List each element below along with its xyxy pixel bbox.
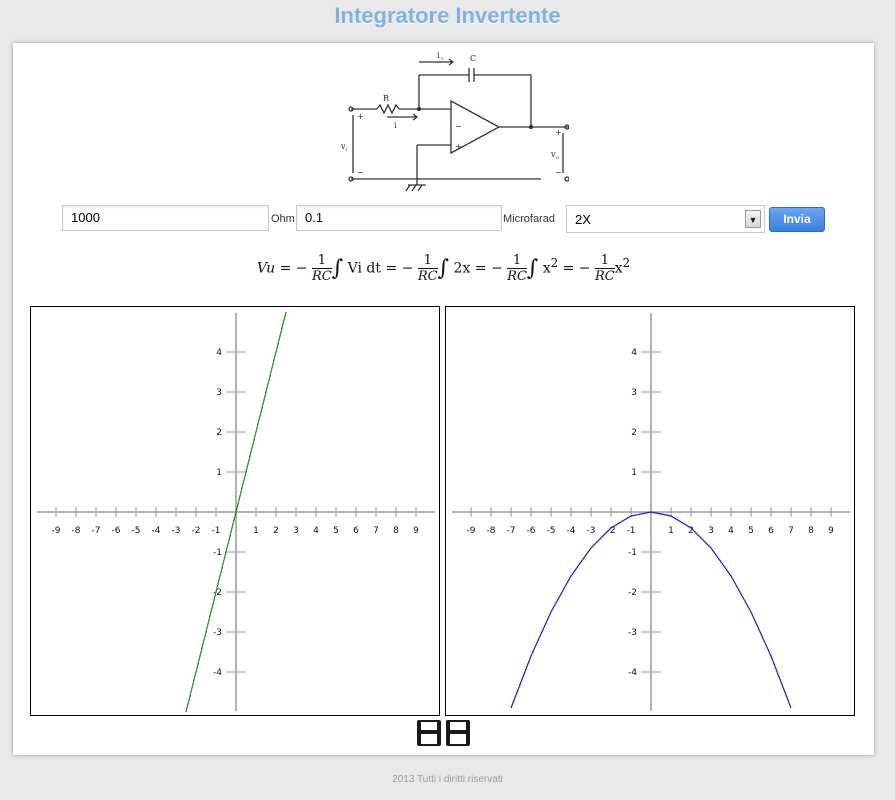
x-tick-label: -3 bbox=[587, 526, 596, 536]
main-card: − + + − + − i c C R i v i v o 1000 Ohm 0… bbox=[13, 43, 874, 755]
footer-copyright: 2013 Tutti i diritti riservati bbox=[392, 774, 503, 785]
x-tick-label: 4 bbox=[728, 526, 734, 536]
x-tick-label: -8 bbox=[487, 526, 496, 536]
x-tick-label: -5 bbox=[547, 526, 556, 536]
x-tick-label: -9 bbox=[52, 526, 61, 536]
circuit-label-i: i bbox=[394, 121, 397, 130]
x-tick-label: -8 bbox=[72, 526, 81, 536]
x-tick-label: -1 bbox=[627, 526, 636, 536]
y-tick-label: -1 bbox=[628, 548, 637, 558]
x-tick-label: -7 bbox=[507, 526, 516, 536]
x-tick-label: 3 bbox=[293, 526, 299, 536]
x-tick-label: 2 bbox=[273, 526, 279, 536]
x-tick-label: 8 bbox=[393, 526, 399, 536]
x-tick-label: 7 bbox=[373, 526, 379, 536]
svg-text:+: + bbox=[455, 142, 462, 151]
x-tick-label: -3 bbox=[172, 526, 181, 536]
circuit-label-ic: i bbox=[437, 51, 440, 60]
x-tick-label: -9 bbox=[467, 526, 476, 536]
capacitance-input[interactable]: 0.1 bbox=[296, 205, 502, 231]
output-function-graph: -9 -8 -7 -6 -5 -4 -3 -2 -1 1 2 3 4 5 6 7 8 9 -4 -3 -2 -1 1 2 3 4 bbox=[445, 306, 855, 716]
x-tick-label: -5 bbox=[132, 526, 141, 536]
circuit-label-c: C bbox=[470, 54, 476, 63]
submit-button[interactable]: Invia bbox=[769, 207, 825, 232]
svg-text:+: + bbox=[555, 128, 562, 137]
function-select-value: 2X bbox=[575, 212, 591, 227]
x-tick-label: -6 bbox=[112, 526, 121, 536]
svg-text:−: − bbox=[357, 168, 364, 177]
y-tick-label: 3 bbox=[216, 388, 222, 398]
y-tick-label: -4 bbox=[213, 668, 222, 678]
y-tick-label: 4 bbox=[631, 348, 637, 358]
integrator-circuit-diagram: − + + − + − i c C R i v i v o bbox=[340, 51, 569, 192]
svg-text:−: − bbox=[455, 122, 462, 131]
integral-formula: Vu = − 1 RC ∫ Vi dt = − 1 RC ∫ 2x = − 1 RC ∫ x… bbox=[256, 253, 631, 284]
resistance-input[interactable]: 1000 bbox=[62, 205, 269, 231]
svg-text:o: o bbox=[556, 155, 559, 161]
x-tick-label: 4 bbox=[313, 526, 319, 536]
capacitance-unit-label: Microfarad bbox=[503, 213, 555, 225]
output-function-chart: -9 -8 -7 -6 -5 -4 -3 -2 -1 1 2 3 4 5 6 7 8 9-4-3-2-11234 bbox=[452, 313, 850, 711]
x-tick-label: -7 bbox=[92, 526, 101, 536]
circuit-label-r: R bbox=[383, 94, 390, 103]
x-tick-label: -4 bbox=[152, 526, 161, 536]
x-tick-label: 9 bbox=[828, 526, 834, 536]
x-tick-label: 5 bbox=[748, 526, 754, 536]
y-tick-label: 3 bbox=[631, 388, 637, 398]
y-tick-label: -3 bbox=[213, 628, 222, 638]
page-title: Integratore Invertente bbox=[334, 3, 561, 28]
svg-text:c: c bbox=[441, 56, 444, 62]
y-tick-label: -1 bbox=[213, 548, 222, 558]
y-tick-label: 4 bbox=[216, 348, 222, 358]
y-tick-label: -3 bbox=[628, 628, 637, 638]
svg-text:−: − bbox=[555, 168, 562, 177]
x-tick-label: 9 bbox=[413, 526, 419, 536]
input-function-chart: -9 -8 -7 -6 -5 -4 -3 -2 -1 1 2 3 4 5 6 7 8 9-4-3-2-11234 bbox=[37, 311, 435, 713]
x-tick-label: 5 bbox=[333, 526, 339, 536]
x-tick-label: 3 bbox=[708, 526, 714, 536]
x-tick-label: 1 bbox=[253, 526, 259, 536]
resistance-unit-label: Ohm bbox=[271, 213, 295, 225]
chevron-down-icon[interactable]: ▼ bbox=[745, 210, 761, 228]
y-tick-label: 2 bbox=[631, 428, 637, 438]
x-tick-label: 1 bbox=[668, 526, 674, 536]
save-input-graph-icon[interactable] bbox=[416, 719, 442, 747]
svg-text:+: + bbox=[357, 112, 364, 121]
x-tick-label: -2 bbox=[192, 526, 201, 536]
x-tick-label: -6 bbox=[527, 526, 536, 536]
function-select[interactable]: 2X ▼ bbox=[566, 205, 765, 233]
input-function-graph: -9 -8 -7 -6 -5 -4 -3 -2 -1 1 2 3 4 5 6 7 8 9 -4 -3 -2 -1 1 2 3 4 bbox=[30, 306, 440, 716]
x-tick-label: 6 bbox=[353, 526, 359, 536]
x-tick-label: 8 bbox=[808, 526, 814, 536]
y-tick-label: -4 bbox=[628, 668, 637, 678]
y-tick-label: 1 bbox=[631, 468, 637, 478]
x-tick-label: 6 bbox=[768, 526, 774, 536]
svg-text:i: i bbox=[346, 147, 348, 153]
x-tick-label: 7 bbox=[788, 526, 794, 536]
y-tick-label: 2 bbox=[216, 428, 222, 438]
x-tick-label: -1 bbox=[212, 526, 221, 536]
save-output-graph-icon[interactable] bbox=[445, 719, 471, 747]
y-tick-label: 1 bbox=[216, 468, 222, 478]
y-tick-label: -2 bbox=[628, 588, 637, 598]
x-tick-label: -4 bbox=[567, 526, 576, 536]
